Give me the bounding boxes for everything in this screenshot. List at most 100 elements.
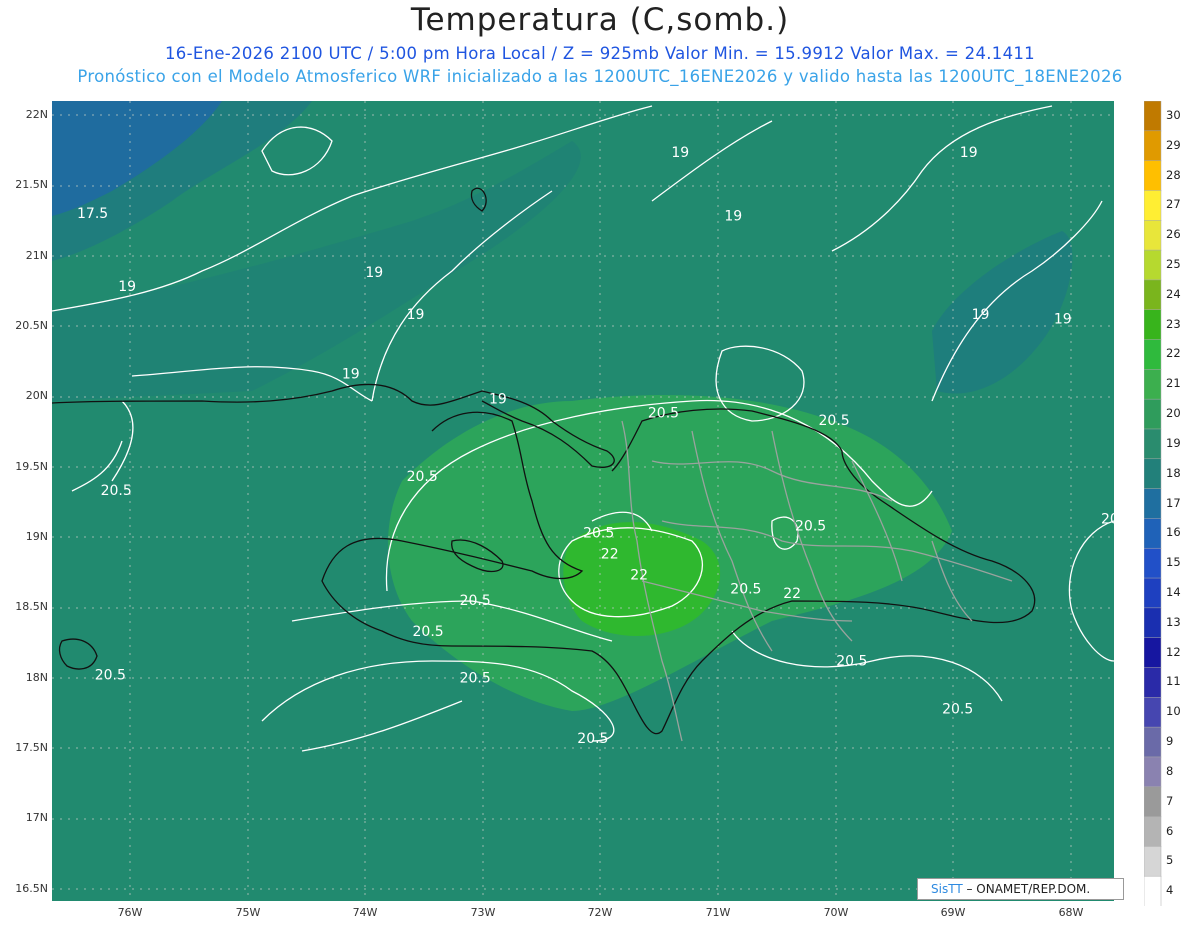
credit-brand: SisTT [931, 882, 963, 896]
lon-label: 71W [705, 906, 731, 919]
colorbar-label: 23 [1166, 316, 1181, 331]
colorbar-swatch [1144, 101, 1162, 132]
lon-label: 70W [823, 906, 849, 919]
colorbar-label: 27 [1166, 197, 1181, 212]
colorbar-label: 10 [1166, 704, 1181, 719]
contour-label: 19 [407, 307, 425, 323]
lon-label: 72W [587, 906, 613, 919]
contour-label: 20.5 [101, 483, 132, 499]
colorbar-swatch [1144, 726, 1162, 758]
contour-label: 19 [724, 209, 742, 225]
colorbar-swatch [1144, 637, 1162, 669]
colorbar-swatch [1144, 875, 1162, 906]
colorbar-label: 18 [1166, 465, 1181, 480]
colorbar-label: 22 [1166, 346, 1181, 361]
colorbar-swatch [1144, 339, 1162, 370]
lon-label: 73W [470, 906, 496, 919]
lat-label: 19.5N [15, 460, 48, 473]
colorbar-label: 30 [1166, 107, 1181, 122]
contour-label: 20.5 [407, 469, 438, 485]
contour-label: 20.5 [95, 668, 126, 684]
colorbar-swatch [1144, 607, 1162, 639]
colorbar-swatch [1144, 786, 1162, 818]
map-subtitle-valid-time: 16-Ene-2026 2100 UTC / 5:00 pm Hora Loca… [165, 44, 1035, 63]
lon-label: 76W [117, 906, 143, 919]
contour-label: 20.5 [795, 518, 826, 534]
lat-label: 20.5N [15, 319, 48, 332]
contour-label: 17.5 [77, 206, 108, 222]
credit-text: – ONAMET/REP.DOM. [966, 882, 1091, 896]
contour-label: 20.5 [460, 593, 491, 609]
colorbar-label: 16 [1166, 525, 1181, 540]
contour-label: 20.5 [577, 731, 608, 747]
contour-label: 20.5 [730, 582, 761, 598]
colorbar-label: 5 [1166, 853, 1174, 868]
lon-label: 69W [940, 906, 966, 919]
colorbar-label: 29 [1166, 137, 1181, 152]
lat-label: 21N [25, 249, 48, 262]
colorbar-label: 28 [1166, 167, 1181, 182]
contour-label: 22 [630, 568, 648, 584]
contour-label: 20.5 [1101, 511, 1114, 527]
colorbar [1144, 101, 1162, 906]
contour-label: 20.5 [836, 654, 867, 670]
colorbar-swatch [1144, 547, 1162, 579]
contour-label: 20.5 [460, 670, 491, 686]
contour-label: 19 [1054, 311, 1072, 327]
colorbar-label: 17 [1166, 495, 1181, 510]
colorbar-label: 6 [1166, 823, 1174, 838]
colorbar-swatch [1144, 160, 1162, 192]
lat-label: 18.5N [15, 600, 48, 613]
colorbar-label: 26 [1166, 227, 1181, 242]
lon-label: 74W [352, 906, 378, 919]
colorbar-label: 8 [1166, 763, 1174, 778]
colorbar-swatch [1144, 697, 1162, 728]
colorbar-label: 21 [1166, 376, 1181, 391]
colorbar-label: 15 [1166, 555, 1181, 570]
credit-box: SisTT – ONAMET/REP.DOM. [917, 878, 1124, 900]
contour-label: 19 [342, 366, 360, 382]
colorbar-swatch [1144, 220, 1162, 251]
contour-label: 20.5 [942, 701, 973, 717]
contour-label: 20.5 [413, 624, 444, 640]
contour-label: 19 [365, 265, 383, 281]
contour-label: 20.5 [819, 413, 850, 429]
colorbar-swatch [1144, 369, 1162, 400]
colorbar-swatch [1144, 458, 1162, 490]
lat-label: 18N [25, 671, 48, 684]
map-title: Temperatura (C,somb.) [410, 2, 790, 38]
colorbar-label: 20 [1166, 406, 1181, 421]
temperature-map: 17.5 19 19 19 19 19 19 19 19 19 19 20.5 20.5 20.5 20.5… [52, 101, 1114, 901]
contour-label: 19 [118, 279, 136, 295]
lat-label: 22N [25, 108, 48, 121]
colorbar-swatch [1144, 846, 1162, 877]
contour-label: 20.5 [648, 406, 679, 422]
colorbar-label: 9 [1166, 734, 1174, 748]
lat-label: 20N [25, 389, 48, 402]
colorbar-swatch [1144, 577, 1162, 609]
lat-label: 19N [25, 530, 48, 543]
contour-label: 20.5 [583, 525, 614, 541]
contour-label: 22 [601, 547, 619, 563]
colorbar-label: 24 [1166, 286, 1181, 301]
colorbar-swatch [1144, 518, 1162, 549]
colorbar-swatch [1144, 756, 1162, 788]
contour-label: 19 [489, 392, 507, 408]
contour-label: 22 [783, 586, 801, 602]
colorbar-label: 7 [1166, 793, 1174, 808]
colorbar-swatch [1144, 130, 1162, 162]
lon-label: 75W [235, 906, 261, 919]
contour-label: 19 [972, 307, 990, 323]
colorbar-swatch [1144, 190, 1162, 221]
colorbar-swatch [1144, 816, 1162, 848]
colorbar-label: 19 [1166, 435, 1181, 450]
colorbar-label: 12 [1166, 644, 1181, 659]
colorbar-swatch [1144, 398, 1162, 430]
colorbar-swatch [1144, 488, 1162, 520]
lat-label: 17N [25, 811, 48, 824]
contour-label: 19 [960, 145, 978, 161]
colorbar-swatch [1144, 667, 1162, 698]
colorbar-label: 13 [1166, 614, 1181, 629]
lat-label: 16.5N [15, 882, 48, 895]
colorbar-label: 4 [1166, 883, 1174, 898]
